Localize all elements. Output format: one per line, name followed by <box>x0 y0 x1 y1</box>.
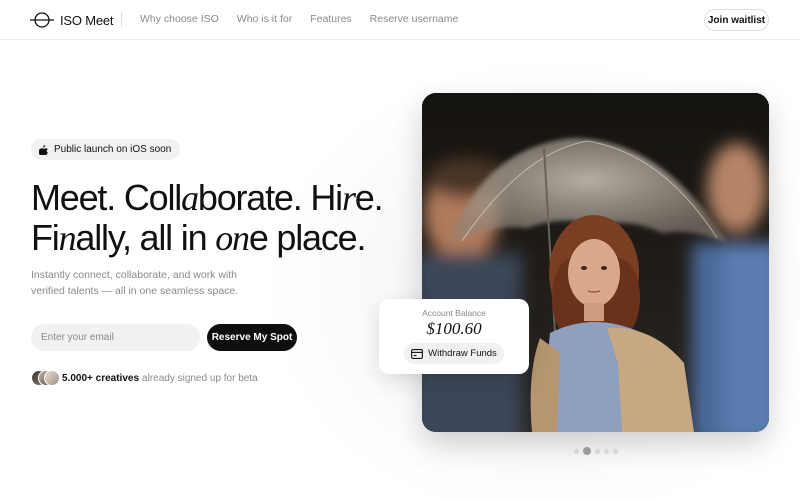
wallet-icon <box>411 348 424 359</box>
brand-name: ISO Meet <box>60 12 114 28</box>
balance-label: Account Balance <box>422 308 486 318</box>
withdraw-funds-button[interactable]: Withdraw Funds <box>404 343 504 364</box>
headline-italic: r <box>341 178 356 218</box>
nav-link-who-is-it-for[interactable]: Who is it for <box>237 13 292 25</box>
headline-italic: on <box>215 218 250 258</box>
nav-link-why-choose-iso[interactable]: Why choose ISO <box>140 13 219 25</box>
email-input[interactable] <box>31 324 200 351</box>
headline-text: Fi <box>31 217 60 258</box>
balance-amount: $100.60 <box>426 319 482 338</box>
carousel-dot-active[interactable] <box>583 447 591 455</box>
carousel-dot[interactable] <box>613 448 618 454</box>
carousel-dot[interactable] <box>574 448 579 454</box>
launch-badge-label: Public launch on iOS soon <box>54 144 172 155</box>
social-proof: 5.000+ creatives already signed up for b… <box>31 370 258 386</box>
headline-text: e place. <box>248 217 367 258</box>
nav-link-reserve-username[interactable]: Reserve username <box>370 13 459 25</box>
hero-photo <box>422 93 769 432</box>
headline-text: Meet. Coll <box>31 177 182 218</box>
signup-text: already signed up for beta <box>142 372 258 384</box>
top-navigation: ISO Meet Why choose ISO Who is it for Fe… <box>0 0 800 40</box>
carousel-pagination <box>574 447 622 455</box>
nav-link-features[interactable]: Features <box>310 13 351 25</box>
join-waitlist-button[interactable]: Join waitlist <box>704 9 769 31</box>
nav-links: Why choose ISO Who is it for Features Re… <box>140 13 476 25</box>
headline-text: borate. Hi <box>197 177 343 218</box>
nav-divider <box>121 12 122 27</box>
apple-icon <box>39 144 48 155</box>
logo-icon <box>30 10 54 30</box>
hero-subtext: Instantly connect, collaborate, and work… <box>31 269 239 297</box>
brand-logo[interactable]: ISO Meet <box>30 10 114 30</box>
launch-badge: Public launch on iOS soon <box>31 139 181 160</box>
carousel-dot[interactable] <box>595 448 600 454</box>
hero-photo-illustration <box>422 93 769 432</box>
headline-text: ally, all in <box>75 217 216 258</box>
headline-italic: n <box>58 218 77 258</box>
avatar-stack <box>31 370 60 386</box>
headline-text: e. <box>354 177 384 218</box>
headline-italic: a <box>181 178 199 218</box>
account-balance-card: Account Balance $100.60 Withdraw Funds <box>379 299 529 374</box>
signup-count: 5.000+ creatives <box>62 372 140 384</box>
headline-line-1: Meet. Collaborate. Hire. <box>31 177 384 219</box>
hero-headline: Meet. Collaborate. Hire. Finally, all in… <box>31 177 384 259</box>
headline-line-2: Finally, all in one place. <box>31 217 367 259</box>
withdraw-funds-label: Withdraw Funds <box>428 348 497 359</box>
carousel-dot[interactable] <box>604 448 609 454</box>
avatar <box>44 370 60 386</box>
reserve-my-spot-button[interactable]: Reserve My Spot <box>207 324 297 351</box>
